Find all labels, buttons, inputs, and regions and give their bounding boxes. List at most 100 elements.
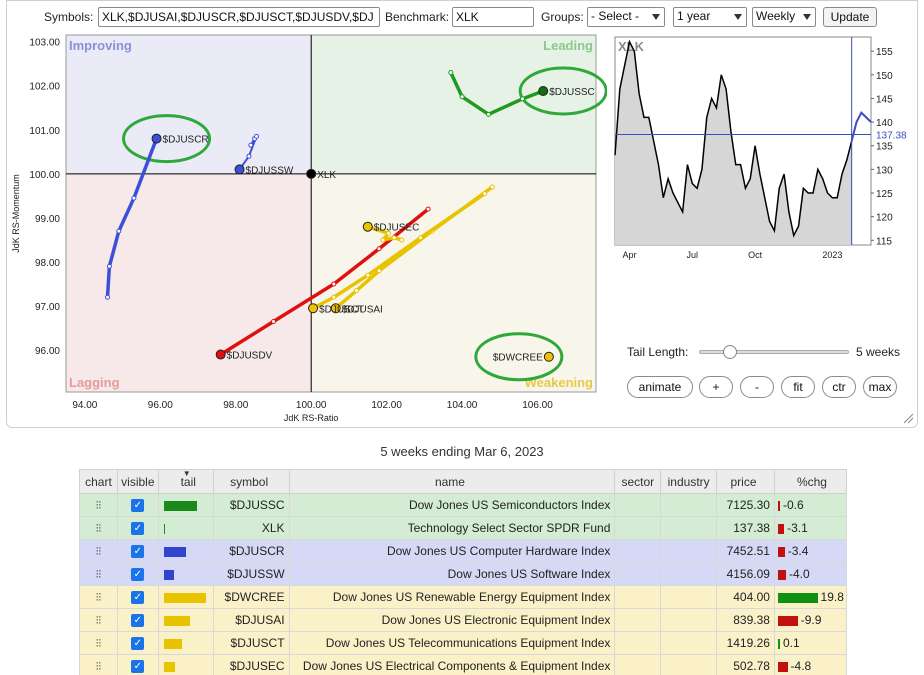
visible-cell[interactable]: ✓ [116, 585, 159, 609]
tail-cell [157, 631, 214, 655]
x-tick-label: 102.00 [371, 400, 402, 411]
tail-cell [157, 585, 214, 609]
visible-cell[interactable]: ✓ [116, 562, 159, 586]
header-industry[interactable]: industry [660, 469, 718, 494]
chart-cell[interactable]: ⫶⫶ [79, 516, 118, 540]
resize-grip-icon[interactable] [902, 412, 914, 424]
head-djuscr[interactable] [151, 133, 162, 144]
industry-cell [660, 585, 718, 609]
head-xlk[interactable] [306, 168, 317, 179]
price-y-tick-label: 125 [876, 189, 893, 200]
table-row[interactable]: ⫶⫶ ✓ XLK Technology Select Sector SPDR Fund… [79, 516, 848, 540]
chart-cell[interactable]: ⫶⫶ [79, 585, 118, 609]
update-button[interactable]: Update [823, 7, 877, 27]
header-tail[interactable]: ▼ tail [157, 469, 214, 494]
chg-bar [777, 569, 786, 580]
chart-cell[interactable]: ⫶⫶ [79, 608, 118, 632]
zoom-out-button[interactable]: - [740, 376, 774, 398]
header-chg[interactable]: %chg [773, 469, 848, 494]
head-djusct[interactable] [308, 303, 319, 314]
visible-cell[interactable]: ✓ [116, 608, 159, 632]
checkbox-checked-icon[interactable]: ✓ [131, 522, 145, 536]
x-tick-label: 106.00 [522, 400, 553, 411]
head-djussw[interactable] [234, 164, 245, 175]
price-y-tick-label: 145 [876, 94, 893, 105]
chart-link-icon[interactable]: ⫶⫶ [96, 638, 102, 650]
tail-point [399, 237, 405, 243]
chart-link-icon[interactable]: ⫶⫶ [96, 615, 102, 627]
chart-link-icon[interactable]: ⫶⫶ [96, 523, 102, 535]
chart-cell[interactable]: ⫶⫶ [79, 539, 118, 563]
head-djusdv[interactable] [215, 349, 226, 360]
name-cell: Technology Select Sector SPDR Fund [288, 516, 616, 540]
chart-link-icon[interactable]: ⫶⫶ [96, 569, 102, 581]
head-djusec[interactable] [362, 221, 373, 232]
chart-link-icon[interactable]: ⫶⫶ [96, 592, 102, 604]
sector-cell [614, 654, 662, 675]
table-row[interactable]: ⫶⫶ ✓ $DJUSAI Dow Jones US Electronic Equipm… [79, 608, 848, 632]
table-row[interactable]: ⫶⫶ ✓ $DWCREE Dow Jones US Renewable Energy … [79, 585, 848, 609]
industry-cell [660, 539, 718, 563]
y-tick-label: 102.00 [29, 82, 60, 93]
checkbox-checked-icon[interactable]: ✓ [131, 614, 145, 628]
sort-indicator-icon: ▼ [182, 469, 191, 478]
frequency-select[interactable]: Weekly [752, 7, 816, 27]
price-y-tick-label: 120 [876, 213, 893, 224]
symbol-label: $DJUSSC [549, 87, 595, 98]
chart-cell[interactable]: ⫶⫶ [79, 654, 118, 675]
industry-cell [660, 631, 718, 655]
y-tick-label: 96.00 [35, 346, 60, 357]
chart-cell[interactable]: ⫶⫶ [79, 493, 118, 517]
checkbox-checked-icon[interactable]: ✓ [131, 499, 145, 513]
table-row[interactable]: ⫶⫶ ✓ $DJUSCR Dow Jones US Computer Hardware… [79, 539, 848, 563]
table-row[interactable]: ⫶⫶ ✓ $DJUSSW Dow Jones US Software Index 415… [79, 562, 848, 586]
checkbox-checked-icon[interactable]: ✓ [131, 660, 145, 674]
checkbox-checked-icon[interactable]: ✓ [131, 637, 145, 651]
chart-link-icon[interactable]: ⫶⫶ [96, 546, 102, 558]
header-chart: chart [79, 469, 118, 494]
checkbox-checked-icon[interactable]: ✓ [131, 568, 145, 582]
rrg-chart[interactable]: Improving LeadingLagging Weakening 94.00 96… [7, 1, 607, 426]
chart-cell[interactable]: ⫶⫶ [79, 631, 118, 655]
tail-length-handle[interactable] [723, 345, 737, 359]
header-sector[interactable]: sector [614, 469, 662, 494]
header-name[interactable]: name [288, 469, 616, 494]
header-symbol[interactable]: symbol [212, 469, 290, 494]
center-button[interactable]: ctr [822, 376, 856, 398]
tail-length-slider[interactable] [699, 345, 849, 359]
period-select[interactable]: 1 year [673, 7, 747, 27]
max-button[interactable]: max [863, 376, 897, 398]
chart-link-icon[interactable]: ⫶⫶ [96, 500, 102, 512]
checkbox-checked-icon[interactable]: ✓ [131, 591, 145, 605]
header-price[interactable]: price [716, 469, 775, 494]
chg-cell: -3.4 [773, 539, 848, 563]
symbol-cell: $DJUSEC [212, 654, 290, 675]
price-cell: 1419.26 [716, 631, 775, 655]
checkbox-checked-icon[interactable]: ✓ [131, 545, 145, 559]
tail-point [425, 206, 431, 212]
symbol-cell: $DJUSCT [212, 631, 290, 655]
tail-bar [163, 569, 174, 580]
visible-cell[interactable]: ✓ [116, 631, 159, 655]
zoom-in-button[interactable]: + [699, 376, 733, 398]
head-dwcree[interactable] [543, 351, 554, 362]
visible-cell[interactable]: ✓ [116, 493, 159, 517]
visible-cell[interactable]: ✓ [116, 539, 159, 563]
visible-cell[interactable]: ✓ [116, 516, 159, 540]
chart-link-icon[interactable]: ⫶⫶ [96, 661, 102, 673]
sector-cell [614, 585, 662, 609]
fit-button[interactable]: fit [781, 376, 815, 398]
visible-cell[interactable]: ✓ [116, 654, 159, 675]
name-cell: Dow Jones US Renewable Energy Equipment … [288, 585, 616, 609]
table-row[interactable]: ⫶⫶ ✓ $DJUSEC Dow Jones US Electrical Compon… [79, 654, 848, 675]
price-cell: 137.38 [716, 516, 775, 540]
table-row[interactable]: ⫶⫶ ✓ $DJUSSC Dow Jones US Semiconductors In… [79, 493, 848, 517]
head-djussc[interactable] [538, 85, 549, 96]
price-x-tick-label: Apr [622, 250, 636, 260]
tail-bar [163, 546, 186, 557]
table-row[interactable]: ⫶⫶ ✓ $DJUSCT Dow Jones US Telecommunication… [79, 631, 848, 655]
chart-cell[interactable]: ⫶⫶ [79, 562, 118, 586]
frequency-select-value: Weekly [756, 9, 796, 23]
animate-button[interactable]: animate [627, 376, 693, 398]
tail-bar [163, 592, 206, 603]
